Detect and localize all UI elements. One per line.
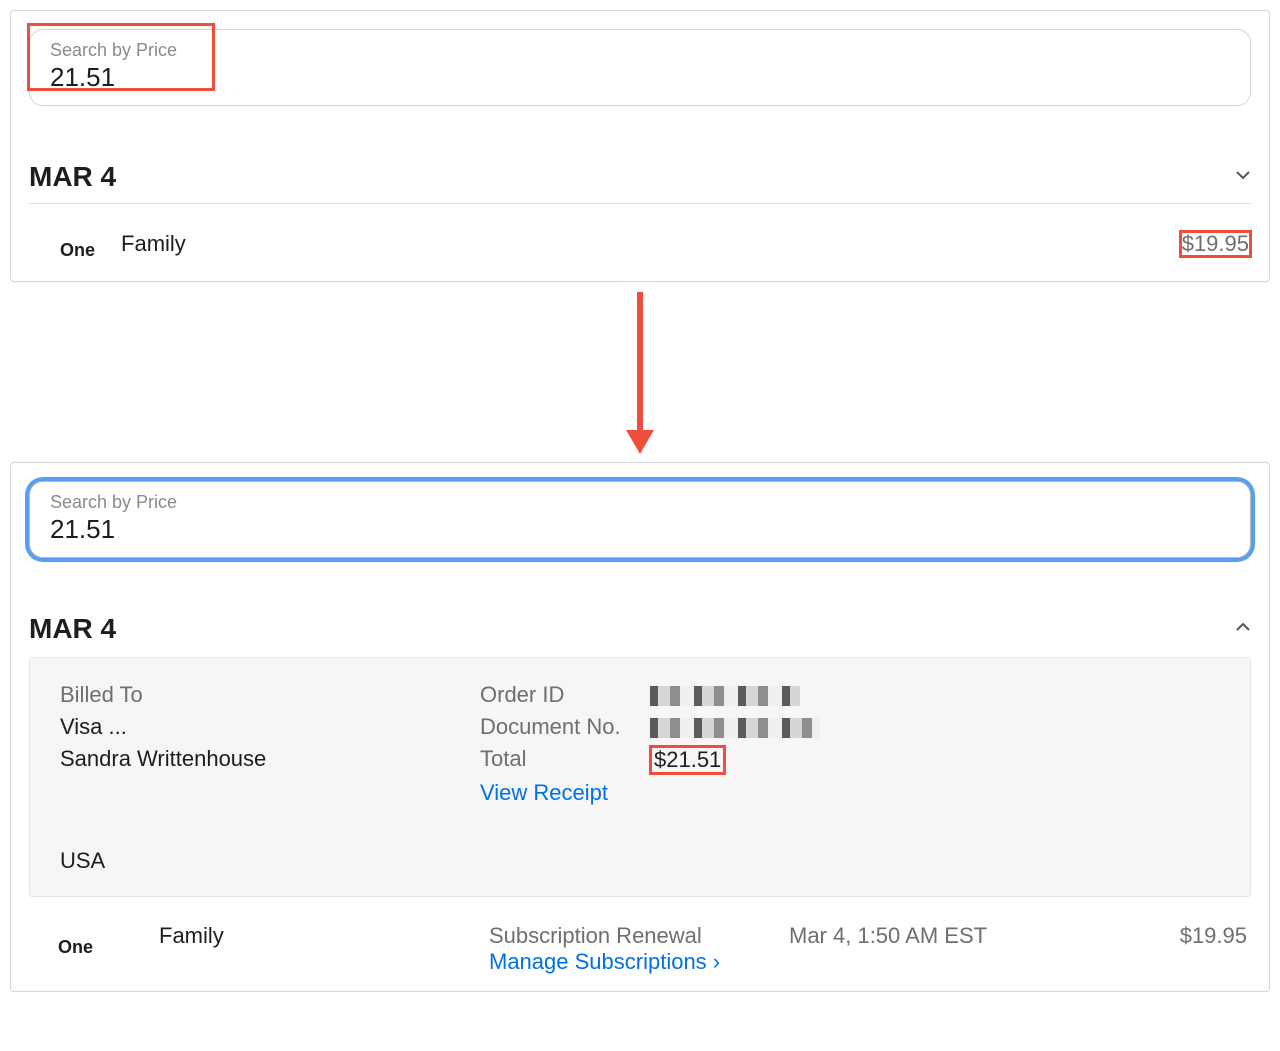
arrow-down-icon [10, 282, 1270, 462]
search-value: 21.51 [50, 62, 1230, 93]
purchase-panel-expanded: Search by Price 21.51 MAR 4 Billed To Or… [10, 462, 1270, 992]
billed-to-label: Billed To [60, 682, 480, 708]
order-details: Billed To Order ID Visa ... Document No.… [29, 657, 1251, 897]
document-no-label: Document No. [480, 714, 650, 740]
apple-one-badge: One [59, 226, 95, 261]
payment-method: Visa ... [60, 714, 480, 740]
document-no-value-redacted [650, 718, 820, 738]
date-heading: MAR 4 [29, 161, 116, 193]
item-timestamp: Mar 4, 1:50 AM EST [789, 923, 1049, 949]
search-by-price-field[interactable]: Search by Price 21.51 [29, 29, 1251, 106]
search-value: 21.51 [50, 514, 1230, 545]
total-label: Total [480, 746, 650, 772]
item-price: $19.95 [1180, 923, 1251, 949]
date-heading: MAR 4 [29, 613, 116, 645]
view-receipt-link[interactable]: View Receipt [480, 780, 608, 805]
total-value: $21.51 [650, 746, 725, 774]
purchase-line-item: One Family Subscription Renewal Manage S… [29, 897, 1251, 979]
item-title: Family [121, 231, 186, 257]
chevron-up-icon[interactable] [1235, 619, 1251, 640]
search-label: Search by Price [50, 492, 1230, 513]
manage-subscriptions-link[interactable]: Manage Subscriptions › [489, 949, 720, 974]
search-by-price-field[interactable]: Search by Price 21.51 [29, 481, 1251, 558]
search-label: Search by Price [50, 40, 1230, 61]
item-title: Family [159, 923, 489, 949]
purchase-line-item[interactable]: One Family $19.95 [29, 204, 1251, 269]
order-id-value-redacted [650, 686, 800, 706]
purchase-panel-collapsed: Search by Price 21.51 MAR 4 One Family $… [10, 10, 1270, 282]
apple-one-badge: One [57, 923, 159, 958]
order-id-label: Order ID [480, 682, 650, 708]
billed-country: USA [60, 848, 1220, 874]
billed-name: Sandra Writtenhouse [60, 746, 480, 772]
item-subtitle: Subscription Renewal [489, 923, 789, 949]
chevron-down-icon[interactable] [1235, 167, 1251, 188]
item-price: $19.95 [1180, 231, 1251, 257]
